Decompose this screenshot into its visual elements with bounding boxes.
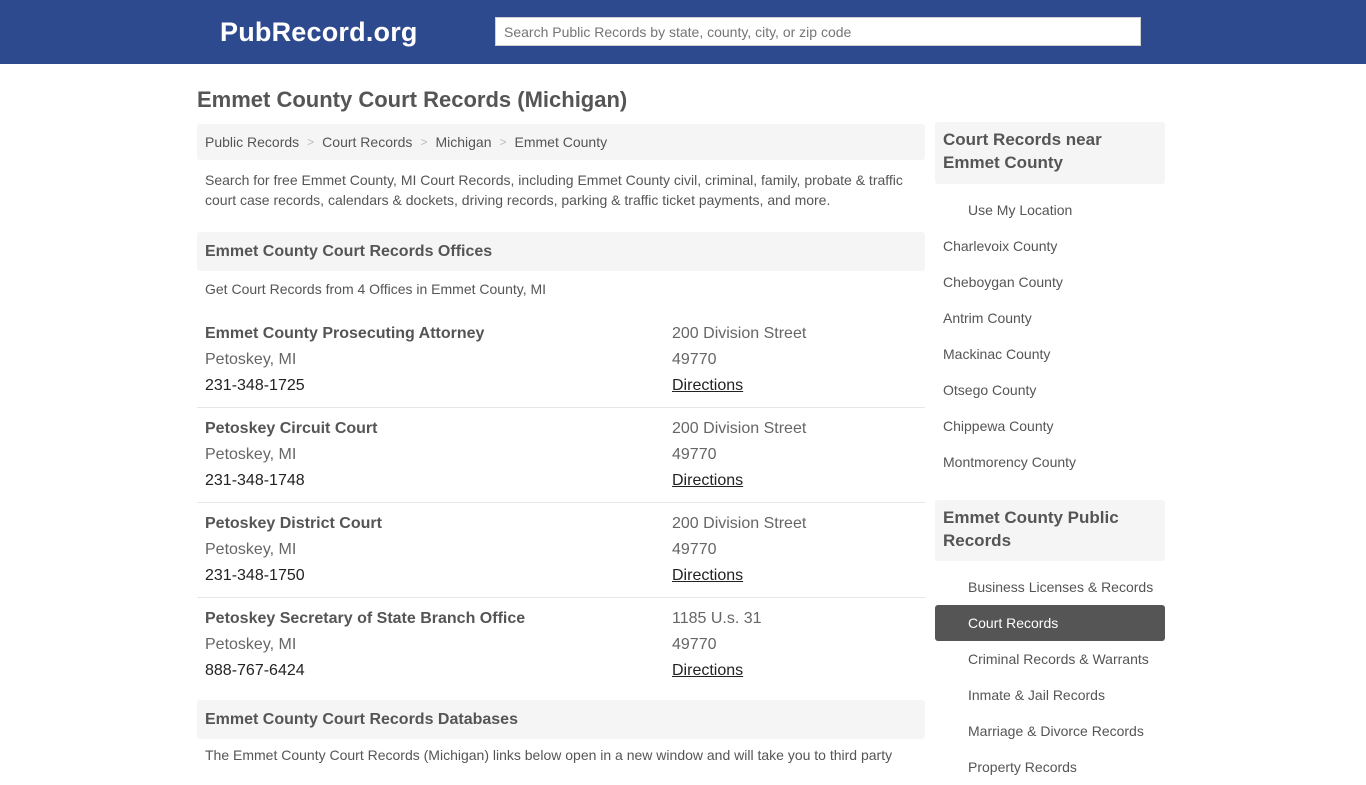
breadcrumb-court-records[interactable]: Court Records	[322, 134, 412, 150]
directions-link[interactable]: Directions	[672, 567, 743, 584]
offices-section-heading: Emmet County Court Records Offices	[197, 232, 925, 271]
breadcrumb-public-records[interactable]: Public Records	[205, 134, 299, 150]
office-item: Petoskey District Court Petoskey, MI 231…	[197, 503, 925, 598]
office-address: 200 Division Street	[672, 515, 807, 532]
office-item: Petoskey Secretary of State Branch Offic…	[197, 598, 925, 693]
site-logo[interactable]: PubRecord.org	[220, 17, 418, 48]
sidebar-item-business-licenses[interactable]: Business Licenses & Records	[935, 569, 1165, 605]
office-city: Petoskey, MI	[205, 351, 297, 368]
nearby-county-link[interactable]: Chippewa County	[935, 408, 1165, 444]
office-phone[interactable]: 231-348-1750	[205, 563, 382, 589]
office-address: 200 Division Street	[672, 325, 807, 342]
office-name: Emmet County Prosecuting Attorney	[205, 325, 485, 342]
search-input[interactable]	[495, 17, 1141, 46]
nearby-county-link[interactable]: Antrim County	[935, 300, 1165, 336]
databases-section-heading: Emmet County Court Records Databases	[197, 700, 925, 739]
databases-intro-text: The Emmet County Court Records (Michigan…	[205, 747, 893, 763]
breadcrumb-separator: >	[499, 135, 507, 149]
nearby-county-link[interactable]: Otsego County	[935, 372, 1165, 408]
sidebar-item-marriage-records[interactable]: Marriage & Divorce Records	[935, 713, 1165, 749]
breadcrumb-separator: >	[307, 135, 315, 149]
office-city: Petoskey, MI	[205, 446, 297, 463]
office-city: Petoskey, MI	[205, 636, 297, 653]
nearby-county-link[interactable]: Charlevoix County	[935, 228, 1165, 264]
nearby-county-link[interactable]: Montmorency County	[935, 444, 1165, 480]
public-records-heading: Emmet County Public Records	[935, 500, 1165, 561]
directions-link[interactable]: Directions	[672, 377, 743, 394]
offices-subtitle: Get Court Records from 4 Offices in Emme…	[205, 281, 547, 297]
office-city: Petoskey, MI	[205, 541, 297, 558]
office-item: Emmet County Prosecuting Attorney Petosk…	[197, 313, 925, 408]
breadcrumb-emmet-county[interactable]: Emmet County	[515, 134, 608, 150]
breadcrumb: Public Records > Court Records > Michiga…	[197, 124, 925, 160]
office-address: 200 Division Street	[672, 420, 807, 437]
nearby-county-link[interactable]: Cheboygan County	[935, 264, 1165, 300]
directions-link[interactable]: Directions	[672, 472, 743, 489]
sidebar-item-inmate-records[interactable]: Inmate & Jail Records	[935, 677, 1165, 713]
office-zip: 49770	[672, 351, 717, 368]
office-address: 1185 U.s. 31	[672, 610, 762, 627]
sidebar-item-property-records[interactable]: Property Records	[935, 749, 1165, 785]
nearby-heading: Court Records near Emmet County	[935, 122, 1165, 184]
sidebar-item-court-records[interactable]: Court Records	[935, 605, 1165, 641]
site-header: PubRecord.org	[0, 0, 1366, 64]
office-zip: 49770	[672, 636, 717, 653]
sidebar-item-criminal-records[interactable]: Criminal Records & Warrants	[935, 641, 1165, 677]
office-item: Petoskey Circuit Court Petoskey, MI 231-…	[197, 408, 925, 503]
breadcrumb-michigan[interactable]: Michigan	[435, 134, 491, 150]
office-zip: 49770	[672, 446, 717, 463]
directions-link[interactable]: Directions	[672, 662, 743, 679]
office-zip: 49770	[672, 541, 717, 558]
office-phone[interactable]: 231-348-1748	[205, 468, 377, 494]
office-phone[interactable]: 888-767-6424	[205, 658, 525, 684]
office-name: Petoskey Secretary of State Branch Offic…	[205, 610, 526, 627]
office-phone[interactable]: 231-348-1725	[205, 373, 484, 399]
intro-text: Search for free Emmet County, MI Court R…	[205, 172, 903, 208]
breadcrumb-separator: >	[420, 135, 428, 149]
page-title: Emmet County Court Records (Michigan)	[197, 87, 628, 112]
use-my-location-link[interactable]: Use My Location	[935, 192, 1165, 228]
office-name: Petoskey Circuit Court	[205, 420, 378, 437]
office-name: Petoskey District Court	[205, 515, 382, 532]
nearby-county-link[interactable]: Mackinac County	[935, 336, 1165, 372]
